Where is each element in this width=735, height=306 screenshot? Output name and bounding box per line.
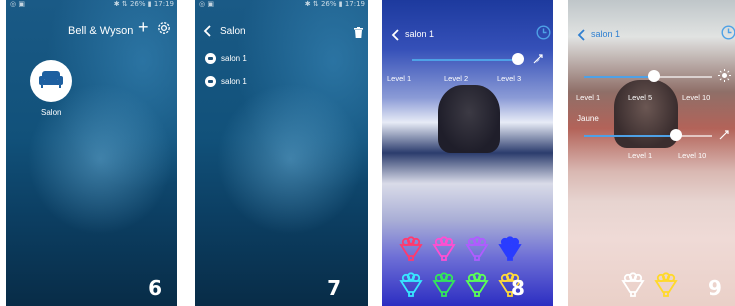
screen-room: ◎ ▣ ✱ ⇅ 26% ▮ 17:19 Salon salon 1 salon …	[195, 0, 368, 306]
level-label: Level 10	[678, 151, 707, 160]
status-left: ◎ ▣	[10, 0, 25, 8]
slider-track-filled	[584, 76, 654, 78]
device-label: salon 1	[221, 54, 247, 63]
page-title: salon 1	[591, 29, 621, 39]
room-tile-salon[interactable]	[30, 60, 72, 102]
device-list-item[interactable]: salon 1	[205, 53, 247, 64]
bulb-icon-purple[interactable]	[464, 236, 490, 267]
bulb-icon-pink[interactable]	[431, 236, 457, 267]
step-number: 6	[148, 276, 162, 300]
status-bar: ◎ ▣ ✱ ⇅ 26% ▮ 17:19	[6, 0, 177, 10]
slider-knob[interactable]	[648, 70, 660, 82]
clock-icon[interactable]	[721, 25, 735, 45]
back-chevron-icon[interactable]	[203, 24, 212, 42]
bulb-icon-green[interactable]	[431, 272, 457, 303]
slider-knob[interactable]	[670, 129, 682, 141]
brightness-high-icon	[532, 52, 544, 70]
back-chevron-icon[interactable]	[391, 28, 400, 46]
device-icon	[205, 76, 216, 87]
device-label: salon 1	[221, 77, 247, 86]
bulb-icon-light-green[interactable]	[464, 272, 490, 303]
device-list-item[interactable]: salon 1	[205, 76, 247, 87]
header-title: Bell & Wyson	[68, 25, 134, 37]
page-title: Salon	[220, 26, 246, 37]
temperature-icon	[718, 128, 730, 146]
color-temperature-label: Jaune	[577, 114, 599, 123]
level-label: Level 1	[387, 74, 412, 83]
slider-track-empty	[654, 76, 712, 78]
device-icon	[205, 53, 216, 64]
bulb-icon-blue[interactable]	[497, 236, 523, 267]
room-label: Salon	[41, 108, 62, 117]
level-label: Level 5	[628, 93, 653, 102]
bulb-icon-yellow[interactable]	[653, 272, 679, 303]
step-number: 7	[327, 276, 341, 300]
level-label: Level 3	[497, 74, 522, 83]
screen-lamp-white: salon 1 Level 1 Level 5 Level 10 Jaune L…	[568, 0, 735, 306]
bulb-icon-white[interactable]	[620, 272, 646, 303]
status-right: ✱ ⇅ 26% ▮ 17:19	[304, 0, 365, 8]
step-number: 9	[708, 276, 722, 300]
slider-knob[interactable]	[512, 53, 524, 65]
status-bar: ◎ ▣ ✱ ⇅ 26% ▮ 17:19	[195, 0, 368, 10]
screen-home: ◎ ▣ ✱ ⇅ 26% ▮ 17:19 Bell & Wyson + Salon…	[6, 0, 177, 306]
background-photo	[438, 85, 500, 153]
bulb-icon-cyan[interactable]	[398, 272, 424, 303]
level-label: Level 1	[576, 93, 601, 102]
bulb-color-row	[620, 272, 679, 303]
clock-icon[interactable]	[536, 25, 551, 45]
gear-icon[interactable]	[157, 21, 171, 40]
trash-icon[interactable]	[354, 25, 363, 43]
bulb-color-row-1	[398, 236, 523, 267]
sofa-icon	[38, 69, 64, 94]
slider-track	[412, 59, 520, 61]
back-chevron-icon[interactable]	[577, 28, 586, 46]
slider-track-filled	[584, 135, 676, 137]
level-label: Level 2	[444, 74, 469, 83]
page-title: salon 1	[405, 29, 435, 39]
bulb-icon-red[interactable]	[398, 236, 424, 267]
background-photo	[614, 80, 678, 148]
bulb-color-row-2	[398, 272, 523, 303]
step-number: 8	[511, 276, 525, 300]
status-left: ◎ ▣	[199, 0, 214, 8]
level-label: Level 1	[628, 151, 653, 160]
screen-lamp-color: salon 1 Level 1 Level 2 Level 3 8	[382, 0, 553, 306]
brightness-icon	[718, 69, 731, 87]
status-right: ✱ ⇅ 26% ▮ 17:19	[113, 0, 174, 8]
level-label: Level 10	[682, 93, 711, 102]
add-button[interactable]: +	[138, 18, 149, 36]
